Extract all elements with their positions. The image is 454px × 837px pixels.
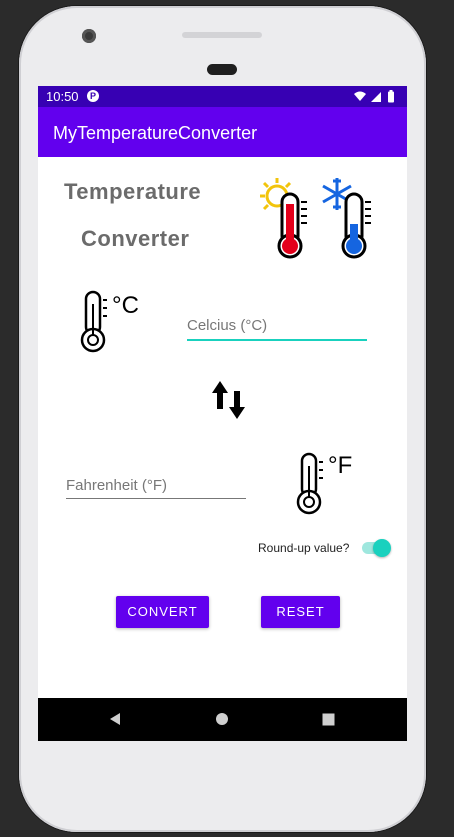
screen: 10:50 P MyTemperatureConverter Temperatu… [38, 86, 407, 741]
title-line-2: Converter [81, 226, 190, 251]
camera-icon [82, 29, 96, 43]
wifi-icon [354, 91, 366, 101]
celsius-input[interactable]: Celcius (°C) [187, 317, 267, 334]
back-icon[interactable] [108, 712, 122, 726]
celsius-thermometer-icon: °C [74, 286, 140, 356]
fahrenheit-unit-label: °F [328, 452, 353, 479]
round-up-switch[interactable] [360, 539, 391, 557]
status-icons [354, 90, 394, 103]
app-title: MyTemperatureConverter [53, 123, 258, 143]
navigation-bar [38, 698, 407, 741]
app-bar: MyTemperatureConverter [38, 107, 407, 157]
hot-cold-thermometers-icon [260, 178, 371, 259]
convert-button[interactable]: CONVERT [116, 596, 209, 628]
celsius-unit-label: °C [112, 292, 139, 319]
cold-thermometer-icon [341, 192, 371, 259]
recents-icon[interactable] [322, 713, 335, 726]
fahrenheit-input[interactable]: Fahrenheit (°F) [66, 477, 167, 494]
fahrenheit-input-underline [66, 498, 246, 499]
status-time: 10:50 [46, 89, 79, 104]
swap-arrows-icon [212, 381, 245, 419]
switch-thumb [373, 539, 391, 557]
speaker-slot [207, 64, 237, 75]
home-icon[interactable] [215, 712, 229, 726]
title-line-1: Temperature [64, 179, 202, 204]
signal-icon [371, 92, 381, 102]
hot-thermometer-icon [277, 192, 307, 259]
fahrenheit-thermometer-icon: °F [292, 448, 360, 518]
celsius-input-underline [187, 339, 367, 341]
status-bar: 10:50 P [38, 86, 407, 107]
battery-icon [388, 90, 394, 103]
round-up-label: Round-up value? [258, 541, 350, 555]
reset-button[interactable]: RESET [261, 596, 340, 628]
earpiece [182, 32, 262, 38]
p-icon: P [87, 90, 99, 102]
